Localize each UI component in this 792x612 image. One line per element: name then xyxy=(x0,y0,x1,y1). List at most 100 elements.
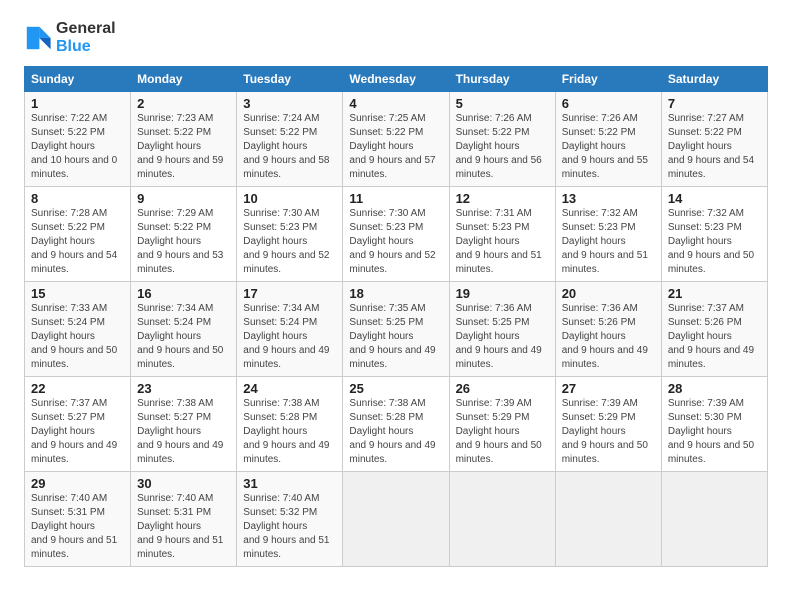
calendar-cell xyxy=(343,472,449,567)
day-number: 11 xyxy=(349,191,442,206)
day-number: 16 xyxy=(137,286,230,301)
day-number: 12 xyxy=(456,191,549,206)
logo-icon xyxy=(24,24,52,52)
calendar-cell: 13 Sunrise: 7:32 AMSunset: 5:23 PMDayligh… xyxy=(555,187,661,282)
calendar-cell xyxy=(449,472,555,567)
calendar-cell: 8Sunrise: 7:28 AMSunset: 5:22 PMDaylight… xyxy=(25,187,131,282)
day-info: Sunrise: 7:22 AMSunset: 5:22 PMDaylight … xyxy=(31,113,117,180)
column-header-friday: Friday xyxy=(555,67,661,92)
day-number: 6 xyxy=(562,96,655,111)
day-info: Sunrise: 7:35 AMSunset: 5:25 PMDaylight … xyxy=(349,303,435,370)
day-info: Sunrise: 7:38 AMSunset: 5:28 PMDaylight … xyxy=(349,398,435,465)
day-info: Sunrise: 7:36 AMSunset: 5:26 PMDaylight … xyxy=(562,303,648,370)
day-info: Sunrise: 7:26 AMSunset: 5:22 PMDaylight … xyxy=(456,113,542,180)
day-number: 4 xyxy=(349,96,442,111)
week-row-4: 22Sunrise: 7:37 AMSunset: 5:27 PMDayligh… xyxy=(25,377,768,472)
calendar-cell: 1 Sunrise: 7:22 AMSunset: 5:22 PMDaylight… xyxy=(25,92,131,187)
day-info: Sunrise: 7:34 AMSunset: 5:24 PMDaylight … xyxy=(243,303,329,370)
calendar-cell: 9 Sunrise: 7:29 AMSunset: 5:22 PMDaylight… xyxy=(131,187,237,282)
day-info: Sunrise: 7:32 AMSunset: 5:23 PMDaylight … xyxy=(668,208,754,275)
day-number: 5 xyxy=(456,96,549,111)
day-number: 13 xyxy=(562,191,655,206)
day-info: Sunrise: 7:33 AMSunset: 5:24 PMDaylight … xyxy=(31,303,117,370)
day-number: 10 xyxy=(243,191,336,206)
calendar-cell: 16Sunrise: 7:34 AMSunset: 5:24 PMDayligh… xyxy=(131,282,237,377)
day-number: 2 xyxy=(137,96,230,111)
week-row-1: 1 Sunrise: 7:22 AMSunset: 5:22 PMDaylight… xyxy=(25,92,768,187)
day-info: Sunrise: 7:38 AMSunset: 5:28 PMDaylight … xyxy=(243,398,329,465)
calendar-cell: 6Sunrise: 7:26 AMSunset: 5:22 PMDaylight… xyxy=(555,92,661,187)
header: General Blue xyxy=(24,20,768,56)
calendar-cell: 19 Sunrise: 7:36 AMSunset: 5:25 PMDayligh… xyxy=(449,282,555,377)
calendar-cell xyxy=(661,472,767,567)
calendar-cell: 27 Sunrise: 7:39 AMSunset: 5:29 PMDayligh… xyxy=(555,377,661,472)
day-number: 29 xyxy=(31,476,124,491)
calendar-cell: 3 Sunrise: 7:24 AMSunset: 5:22 PMDaylight… xyxy=(237,92,343,187)
day-number: 28 xyxy=(668,381,761,396)
calendar-cell: 18Sunrise: 7:35 AMSunset: 5:25 PMDayligh… xyxy=(343,282,449,377)
calendar-cell: 14 Sunrise: 7:32 AMSunset: 5:23 PMDayligh… xyxy=(661,187,767,282)
day-info: Sunrise: 7:39 AMSunset: 5:30 PMDaylight … xyxy=(668,398,754,465)
day-info: Sunrise: 7:32 AMSunset: 5:23 PMDaylight … xyxy=(562,208,648,275)
column-header-monday: Monday xyxy=(131,67,237,92)
day-info: Sunrise: 7:40 AMSunset: 5:31 PMDaylight … xyxy=(31,493,117,560)
calendar-cell: 15 Sunrise: 7:33 AMSunset: 5:24 PMDayligh… xyxy=(25,282,131,377)
day-number: 27 xyxy=(562,381,655,396)
calendar-cell xyxy=(555,472,661,567)
day-number: 30 xyxy=(137,476,230,491)
calendar-cell: 10Sunrise: 7:30 AMSunset: 5:23 PMDayligh… xyxy=(237,187,343,282)
day-info: Sunrise: 7:39 AMSunset: 5:29 PMDaylight … xyxy=(562,398,648,465)
column-header-tuesday: Tuesday xyxy=(237,67,343,92)
day-info: Sunrise: 7:40 AMSunset: 5:32 PMDaylight … xyxy=(243,493,329,560)
day-info: Sunrise: 7:30 AMSunset: 5:23 PMDaylight … xyxy=(349,208,435,275)
calendar-cell: 17 Sunrise: 7:34 AMSunset: 5:24 PMDayligh… xyxy=(237,282,343,377)
day-info: Sunrise: 7:27 AMSunset: 5:22 PMDaylight … xyxy=(668,113,754,180)
header-row: SundayMondayTuesdayWednesdayThursdayFrid… xyxy=(25,67,768,92)
day-info: Sunrise: 7:38 AMSunset: 5:27 PMDaylight … xyxy=(137,398,223,465)
calendar-table: SundayMondayTuesdayWednesdayThursdayFrid… xyxy=(24,66,768,567)
day-number: 17 xyxy=(243,286,336,301)
calendar-cell: 5 Sunrise: 7:26 AMSunset: 5:22 PMDaylight… xyxy=(449,92,555,187)
day-number: 14 xyxy=(668,191,761,206)
calendar-cell: 29 Sunrise: 7:40 AMSunset: 5:31 PMDayligh… xyxy=(25,472,131,567)
calendar-cell: 25Sunrise: 7:38 AMSunset: 5:28 PMDayligh… xyxy=(343,377,449,472)
calendar-cell: 11 Sunrise: 7:30 AMSunset: 5:23 PMDayligh… xyxy=(343,187,449,282)
day-number: 22 xyxy=(31,381,124,396)
day-number: 26 xyxy=(456,381,549,396)
day-number: 9 xyxy=(137,191,230,206)
day-number: 31 xyxy=(243,476,336,491)
day-number: 23 xyxy=(137,381,230,396)
logo: General Blue xyxy=(24,20,116,56)
day-number: 20 xyxy=(562,286,655,301)
day-number: 21 xyxy=(668,286,761,301)
calendar-cell: 23 Sunrise: 7:38 AMSunset: 5:27 PMDayligh… xyxy=(131,377,237,472)
calendar-cell: 20 Sunrise: 7:36 AMSunset: 5:26 PMDayligh… xyxy=(555,282,661,377)
week-row-5: 29 Sunrise: 7:40 AMSunset: 5:31 PMDayligh… xyxy=(25,472,768,567)
day-number: 1 xyxy=(31,96,124,111)
calendar-cell: 4 Sunrise: 7:25 AMSunset: 5:22 PMDaylight… xyxy=(343,92,449,187)
day-number: 24 xyxy=(243,381,336,396)
day-number: 15 xyxy=(31,286,124,301)
column-header-sunday: Sunday xyxy=(25,67,131,92)
column-header-thursday: Thursday xyxy=(449,67,555,92)
day-info: Sunrise: 7:25 AMSunset: 5:22 PMDaylight … xyxy=(349,113,435,180)
day-info: Sunrise: 7:40 AMSunset: 5:31 PMDaylight … xyxy=(137,493,223,560)
day-info: Sunrise: 7:37 AMSunset: 5:26 PMDaylight … xyxy=(668,303,754,370)
day-info: Sunrise: 7:29 AMSunset: 5:22 PMDaylight … xyxy=(137,208,223,275)
calendar-cell: 12Sunrise: 7:31 AMSunset: 5:23 PMDayligh… xyxy=(449,187,555,282)
day-number: 3 xyxy=(243,96,336,111)
day-number: 19 xyxy=(456,286,549,301)
calendar-cell: 22Sunrise: 7:37 AMSunset: 5:27 PMDayligh… xyxy=(25,377,131,472)
day-info: Sunrise: 7:39 AMSunset: 5:29 PMDaylight … xyxy=(456,398,542,465)
calendar-cell: 28 Sunrise: 7:39 AMSunset: 5:30 PMDayligh… xyxy=(661,377,767,472)
day-number: 7 xyxy=(668,96,761,111)
day-info: Sunrise: 7:24 AMSunset: 5:22 PMDaylight … xyxy=(243,113,329,180)
calendar-page: General Blue SundayMondayTuesdayWednesda… xyxy=(0,0,792,612)
column-header-wednesday: Wednesday xyxy=(343,67,449,92)
calendar-cell: 7 Sunrise: 7:27 AMSunset: 5:22 PMDaylight… xyxy=(661,92,767,187)
day-number: 8 xyxy=(31,191,124,206)
logo-text: General Blue xyxy=(56,20,116,56)
day-info: Sunrise: 7:36 AMSunset: 5:25 PMDaylight … xyxy=(456,303,542,370)
calendar-cell: 24 Sunrise: 7:38 AMSunset: 5:28 PMDayligh… xyxy=(237,377,343,472)
day-info: Sunrise: 7:23 AMSunset: 5:22 PMDaylight … xyxy=(137,113,223,180)
